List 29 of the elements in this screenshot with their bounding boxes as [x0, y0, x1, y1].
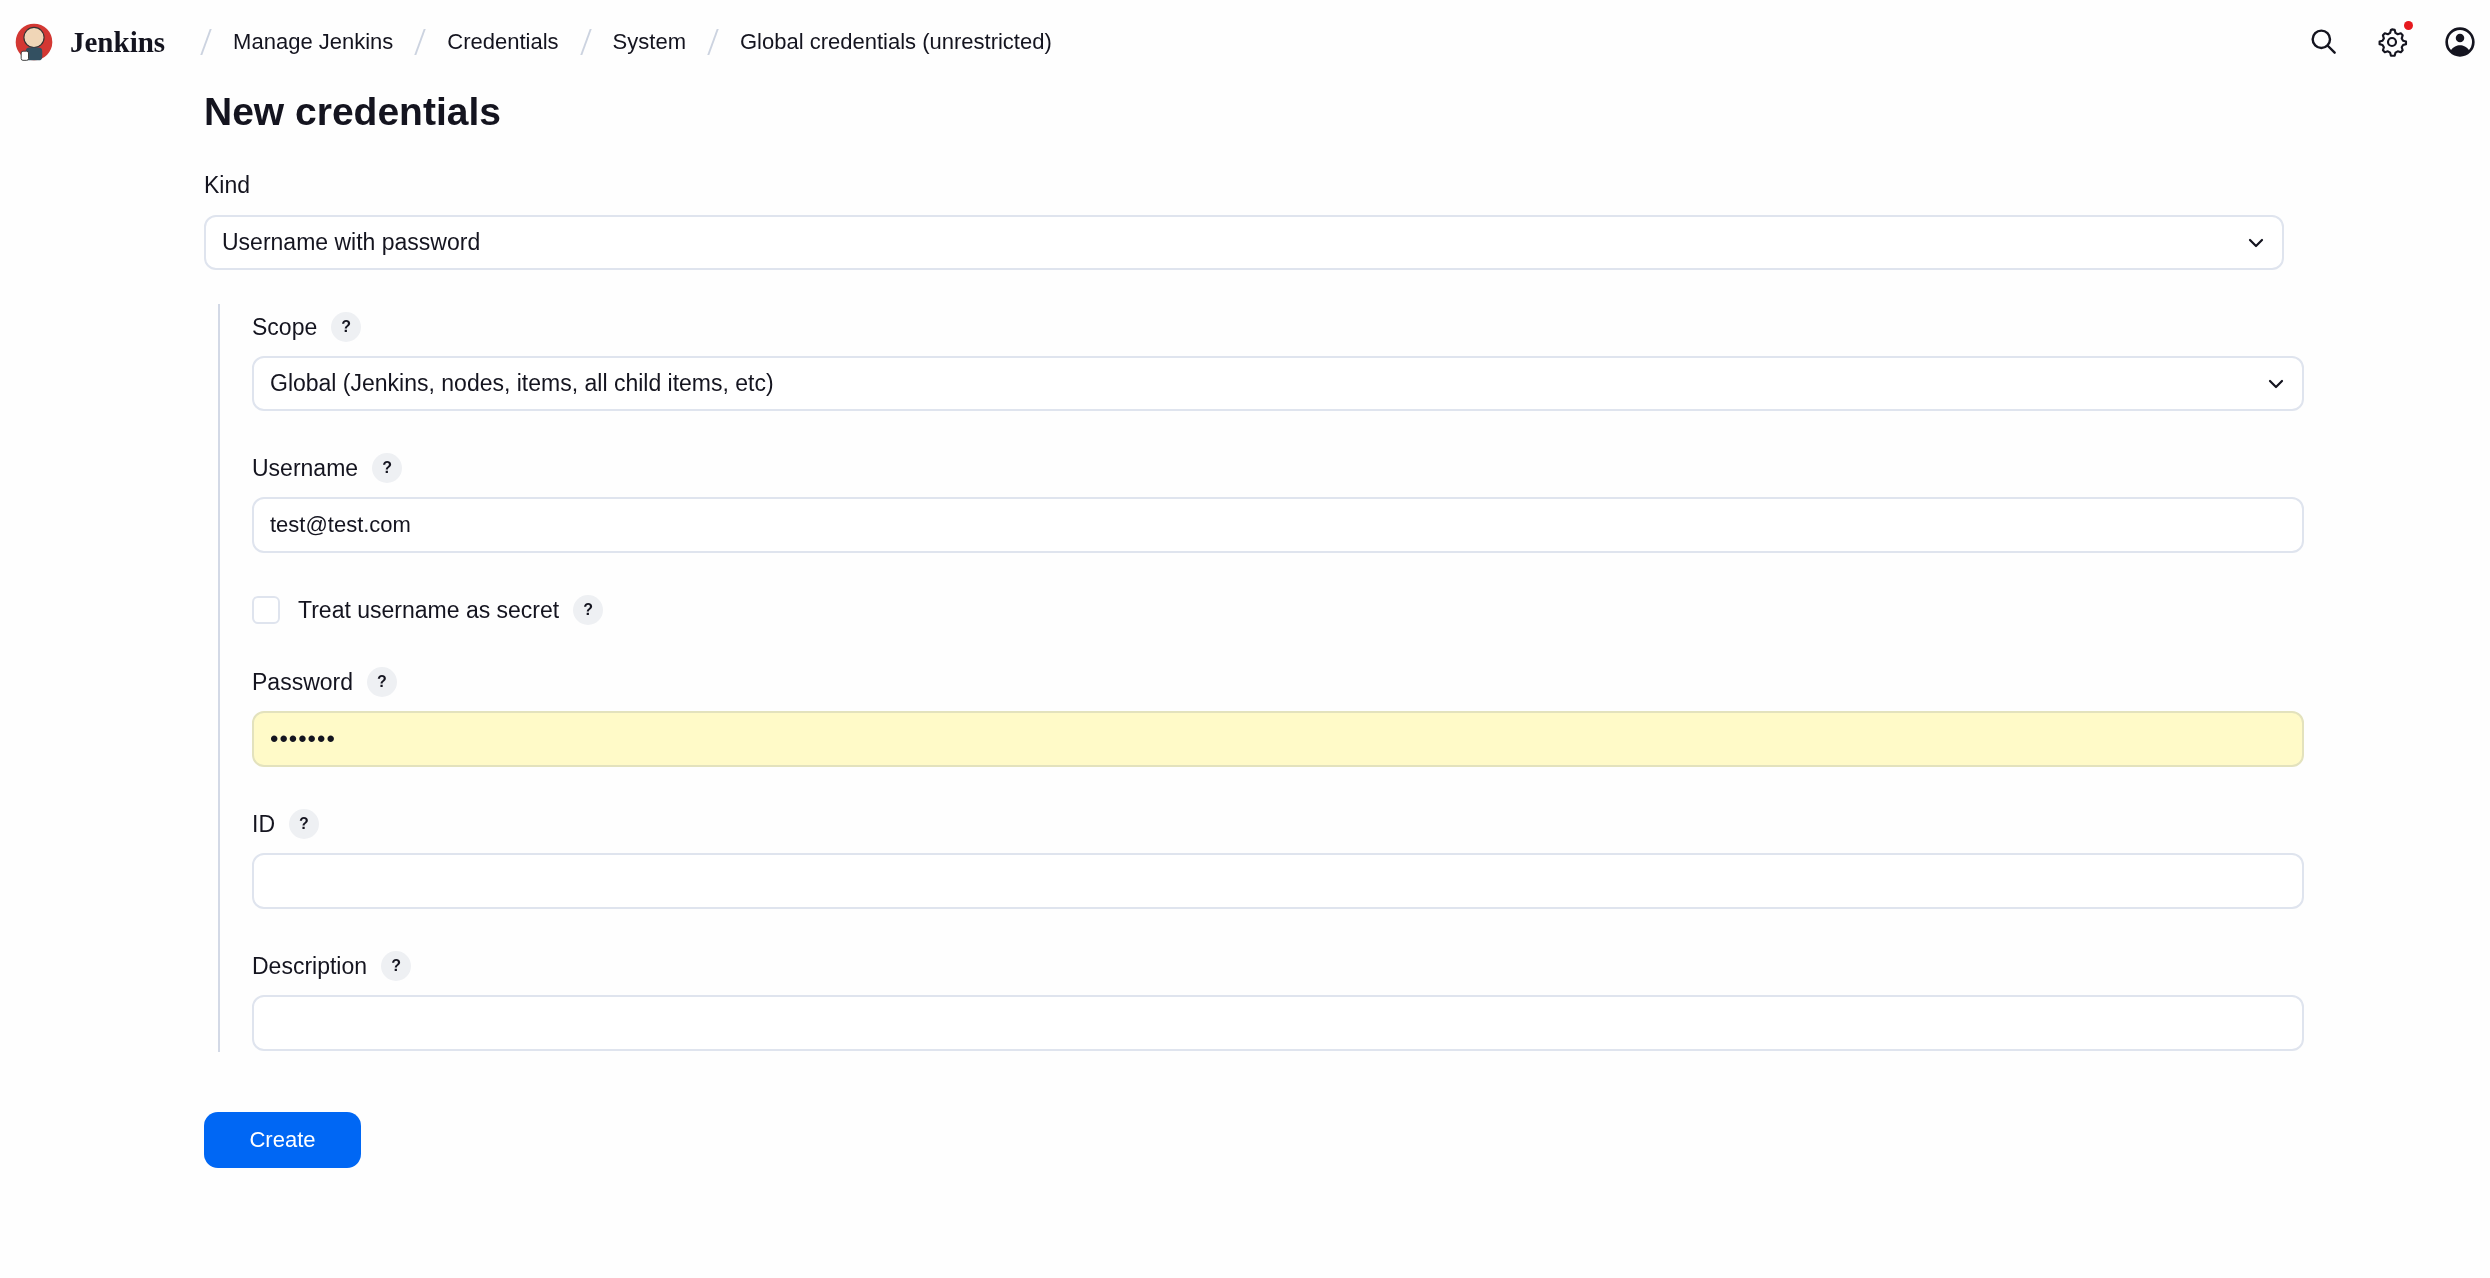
input-field[interactable] [252, 853, 2304, 909]
field-label: Scope [252, 313, 318, 341]
breadcrumb-link[interactable]: Global credentials (unrestricted) [739, 29, 1052, 55]
field-label: Description [252, 952, 368, 980]
page-title: New credentials [204, 90, 502, 134]
settings-icon [2376, 26, 2408, 58]
help-button[interactable]: ? [381, 951, 412, 981]
field-label: Kind [204, 172, 251, 199]
input-field[interactable]: ••••••• [252, 711, 2304, 767]
help-button[interactable]: ? [367, 667, 397, 697]
breadcrumb-link[interactable]: System [612, 29, 686, 55]
scope-dropdown[interactable]: Global (Jenkins, nodes, items, all child items, etc) [252, 356, 2304, 411]
help-button[interactable]: ? [372, 453, 403, 483]
field-label: Username [252, 454, 359, 482]
breadcrumb-link[interactable]: Manage Jenkins [233, 29, 394, 55]
help-button[interactable]: ? [573, 595, 604, 625]
account-icon[interactable] [2444, 26, 2476, 58]
breadcrumb-link[interactable]: Credentials [447, 29, 559, 55]
create-button[interactable]: Create [204, 1112, 361, 1168]
checkbox[interactable] [252, 596, 280, 624]
field-label: ID [252, 810, 275, 838]
kind-dropdown[interactable]: Username with password [204, 215, 2284, 270]
field-label: Treat username as secret [298, 596, 560, 624]
input-field[interactable] [252, 995, 2304, 1051]
help-button[interactable]: ? [289, 809, 319, 839]
input-field[interactable]: test@test.com [252, 497, 2304, 553]
logo-text[interactable]: Jenkins [70, 25, 166, 59]
help-button[interactable]: ? [331, 312, 362, 342]
field-label: Password [252, 668, 353, 696]
